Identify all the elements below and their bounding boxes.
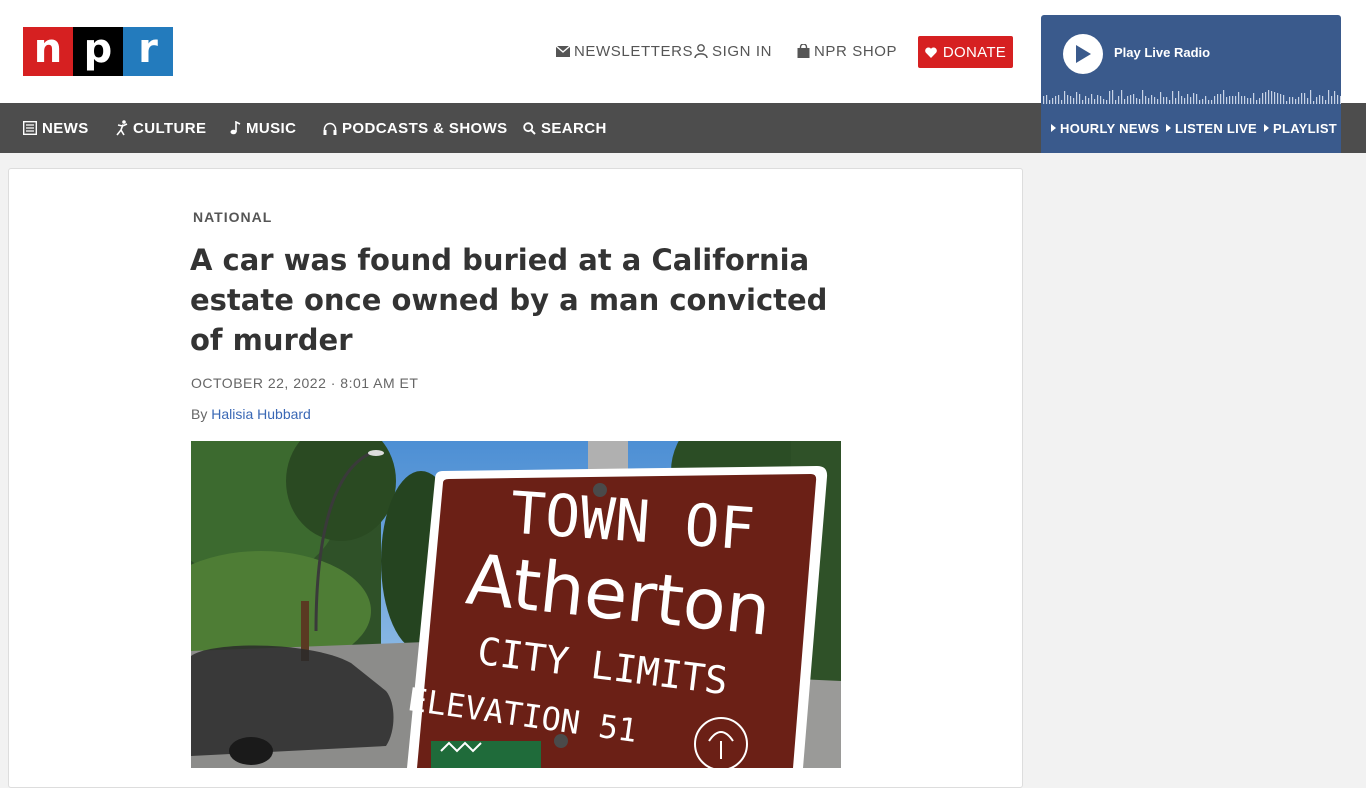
town-sign-image: TOWN OF Atherton CITY LIMITS ELEVATION 5… — [191, 441, 841, 768]
newsletters-link[interactable]: NEWSLETTERS — [556, 36, 693, 66]
waveform-bar — [1223, 90, 1225, 104]
hourly-news-label: HOURLY NEWS — [1060, 120, 1160, 136]
caret-right-icon — [1264, 124, 1269, 132]
logo-letter-r: r — [123, 27, 173, 76]
nav-news-label: NEWS — [42, 119, 89, 137]
waveform-bar — [1142, 90, 1144, 104]
donate-label: DONATE — [942, 43, 1007, 61]
waveform-bar — [1328, 90, 1330, 104]
search-icon — [523, 121, 536, 135]
logo-letter-p: p — [73, 27, 123, 76]
nav-search-label: SEARCH — [541, 119, 607, 137]
playlist-label: PLAYLIST — [1273, 120, 1338, 136]
music-note-icon — [230, 121, 241, 135]
heart-icon — [925, 46, 937, 58]
byline-prefix: By — [191, 406, 208, 422]
waveform-bar — [1310, 90, 1312, 104]
play-icon — [1076, 45, 1091, 63]
hourly-news-link[interactable]: HOURLY NEWS — [1051, 103, 1159, 153]
nav-culture-label: CULTURE — [133, 119, 207, 137]
nav-search[interactable]: SEARCH — [523, 103, 607, 153]
article-headline: A car was found buried at a California e… — [190, 243, 828, 357]
article-dateline: OCTOBER 22, 2022 · 8:01 AM ET — [191, 375, 419, 391]
author-link[interactable]: Halisia Hubbard — [211, 406, 311, 422]
donate-button[interactable]: DONATE — [918, 36, 1013, 68]
sign-in-link[interactable]: SIGN IN — [694, 36, 772, 66]
npr-shop-link[interactable]: NPR SHOP — [797, 36, 897, 66]
waveform-bar — [1268, 90, 1270, 104]
caret-right-icon — [1051, 124, 1056, 132]
nav-music-label: MUSIC — [246, 119, 297, 137]
nav-news[interactable]: NEWS — [23, 103, 89, 153]
play-live-radio-label[interactable]: Play Live Radio — [1114, 45, 1210, 60]
radio-links: HOURLY NEWS LISTEN LIVE PLAYLIST — [1041, 103, 1341, 153]
article-photo[interactable]: TOWN OF Atherton CITY LIMITS ELEVATION 5… — [191, 441, 841, 768]
listen-live-link[interactable]: LISTEN LIVE — [1166, 103, 1257, 153]
caret-right-icon — [1166, 124, 1171, 132]
nav-podcasts[interactable]: PODCASTS & SHOWS — [323, 103, 508, 153]
envelope-icon — [556, 45, 570, 57]
listen-live-label: LISTEN LIVE — [1175, 120, 1258, 136]
article-byline: By Halisia Hubbard — [191, 406, 311, 422]
npr-logo[interactable]: n p r — [23, 27, 173, 76]
playlist-link[interactable]: PLAYLIST — [1264, 103, 1337, 153]
nav-culture[interactable]: CULTURE — [116, 103, 206, 153]
waveform-bar — [1121, 90, 1123, 104]
headphones-icon — [323, 122, 337, 135]
npr-shop-label: NPR SHOP — [814, 42, 898, 60]
live-radio-widget: Play Live Radio HOURLY NEWS LISTEN LIVE … — [1041, 15, 1341, 153]
sign-in-label: SIGN IN — [712, 42, 773, 60]
audio-waveform-icon — [1043, 90, 1341, 104]
logo-letter-n: n — [23, 27, 73, 76]
nav-podcasts-label: PODCASTS & SHOWS — [342, 119, 508, 137]
newspaper-icon — [23, 121, 37, 135]
section-label[interactable]: NATIONAL — [193, 209, 272, 225]
play-button[interactable] — [1063, 34, 1103, 74]
waveform-bar — [1112, 90, 1114, 104]
shopping-bag-icon — [797, 44, 810, 58]
newsletters-label: NEWSLETTERS — [574, 42, 694, 60]
dancer-icon — [116, 120, 128, 136]
nav-music[interactable]: MUSIC — [230, 103, 296, 153]
user-icon — [694, 44, 708, 58]
